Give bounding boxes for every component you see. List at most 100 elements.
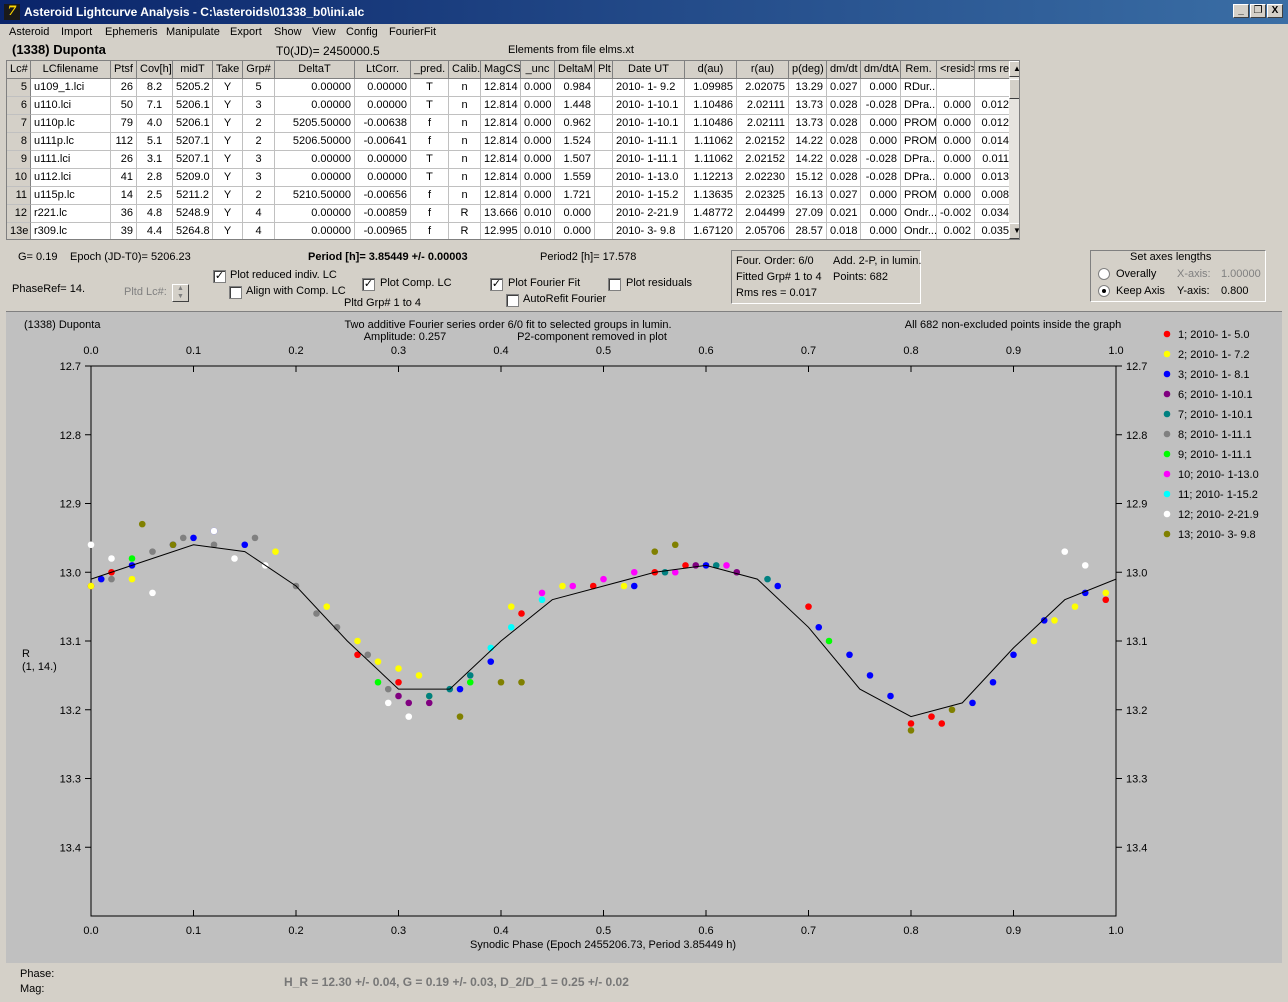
data-point xyxy=(887,692,894,700)
data-point xyxy=(764,575,771,583)
data-point xyxy=(774,582,782,590)
y-tick-label-left: 12.9 xyxy=(60,499,81,511)
data-point xyxy=(415,672,423,679)
x-tick-label-bottom: 0.4 xyxy=(493,925,508,937)
data-point xyxy=(179,534,187,542)
data-point xyxy=(456,713,464,720)
data-point xyxy=(1010,651,1017,659)
data-point xyxy=(87,582,95,590)
legend-marker xyxy=(1163,450,1171,458)
y-tick-label-right: 12.7 xyxy=(1126,361,1147,373)
data-point xyxy=(405,699,413,707)
data-point xyxy=(272,548,279,555)
legend-marker xyxy=(1163,350,1171,358)
x-tick-label-top: 0.6 xyxy=(698,345,713,357)
data-point xyxy=(518,610,525,617)
y-tick-label-right: 13.4 xyxy=(1126,842,1147,854)
legend-label: 10; 2010- 1-13.0 xyxy=(1178,469,1259,481)
data-point xyxy=(969,699,976,707)
data-point xyxy=(149,548,156,555)
data-point xyxy=(364,651,372,659)
y-axis-sublabel: (1, 14.) xyxy=(22,661,57,673)
x-tick-label-top: 0.0 xyxy=(83,345,98,357)
legend-marker xyxy=(1163,530,1171,538)
legend-label: 13; 2010- 3- 9.8 xyxy=(1178,529,1256,541)
data-point xyxy=(989,678,997,686)
x-tick-label-top: 0.4 xyxy=(493,345,508,357)
amplitude-note: Amplitude: 0.257 xyxy=(364,331,447,343)
data-point xyxy=(395,692,402,700)
legend-marker xyxy=(1163,510,1171,518)
data-point xyxy=(507,623,515,631)
x-tick-label-bottom: 0.6 xyxy=(698,925,713,937)
legend-label: 7; 2010- 1-10.1 xyxy=(1178,409,1253,421)
x-tick-label-top: 0.7 xyxy=(801,345,816,357)
data-point xyxy=(866,672,874,679)
data-point xyxy=(87,541,95,549)
data-point xyxy=(1102,596,1110,604)
data-point xyxy=(395,678,402,686)
data-point xyxy=(805,603,812,610)
data-point xyxy=(466,672,474,679)
data-point xyxy=(323,603,331,610)
data-point xyxy=(149,589,156,597)
x-tick-label-bottom: 0.7 xyxy=(801,925,816,937)
data-point xyxy=(846,651,853,659)
data-point xyxy=(907,720,915,727)
data-point xyxy=(948,706,956,714)
data-point xyxy=(1051,617,1058,624)
data-point xyxy=(456,685,464,693)
y-tick-label-right: 13.1 xyxy=(1126,636,1147,648)
data-point xyxy=(630,568,638,576)
fit-description: Two additive Fourier series order 6/0 fi… xyxy=(344,319,671,331)
x-tick-label-top: 0.3 xyxy=(391,345,406,357)
x-tick-label-top: 0.2 xyxy=(288,345,303,357)
data-point xyxy=(907,727,915,734)
data-point xyxy=(169,541,177,549)
data-point xyxy=(128,575,136,583)
data-point xyxy=(395,665,402,672)
x-axis-label: Synodic Phase (Epoch 2455206.73, Period … xyxy=(470,939,736,951)
data-point xyxy=(210,527,218,535)
p2-note: P2-component removed in plot xyxy=(517,331,667,343)
y-tick-label-left: 13.1 xyxy=(60,636,81,648)
data-point xyxy=(569,582,577,590)
legend-marker xyxy=(1163,390,1171,398)
data-point xyxy=(138,520,146,528)
points-note: All 682 non-excluded points inside the g… xyxy=(905,319,1121,331)
data-point xyxy=(723,562,730,569)
legend-label: 11; 2010- 1-15.2 xyxy=(1178,489,1258,501)
legend-marker xyxy=(1163,370,1171,378)
x-tick-label-top: 0.5 xyxy=(596,345,611,357)
legend-marker xyxy=(1163,470,1171,478)
data-point xyxy=(507,603,515,610)
legend-marker xyxy=(1163,490,1171,498)
data-point xyxy=(497,678,505,686)
x-tick-label-bottom: 0.9 xyxy=(1006,925,1021,937)
legend-marker xyxy=(1163,330,1171,338)
legend-label: 12; 2010- 2-21.9 xyxy=(1178,509,1259,521)
phase-readout: Phase: xyxy=(20,968,55,980)
data-point xyxy=(661,568,669,576)
data-point xyxy=(630,582,638,590)
data-point xyxy=(466,678,474,686)
y-tick-label-left: 13.2 xyxy=(60,705,81,717)
x-tick-label-top: 0.1 xyxy=(186,345,201,357)
fourier-fit-curve xyxy=(90,544,1117,718)
data-point xyxy=(938,720,946,727)
data-point xyxy=(425,699,433,707)
data-point xyxy=(538,596,546,604)
x-tick-label-top: 0.9 xyxy=(1006,345,1021,357)
data-point xyxy=(487,658,495,665)
plot-object-name: (1338) Duponta xyxy=(24,319,101,331)
data-point xyxy=(815,623,823,631)
y-tick-label-right: 12.9 xyxy=(1126,499,1147,511)
legend-marker xyxy=(1163,430,1171,438)
data-point xyxy=(692,562,700,569)
data-point xyxy=(128,555,136,562)
data-point xyxy=(1071,603,1079,610)
lightcurve-chart[interactable]: (1338) Duponta Two additive Fourier seri… xyxy=(0,0,1288,1002)
legend-label: 2; 2010- 1- 7.2 xyxy=(1178,349,1250,361)
data-point xyxy=(651,548,659,555)
x-tick-label-bottom: 0.3 xyxy=(391,925,406,937)
